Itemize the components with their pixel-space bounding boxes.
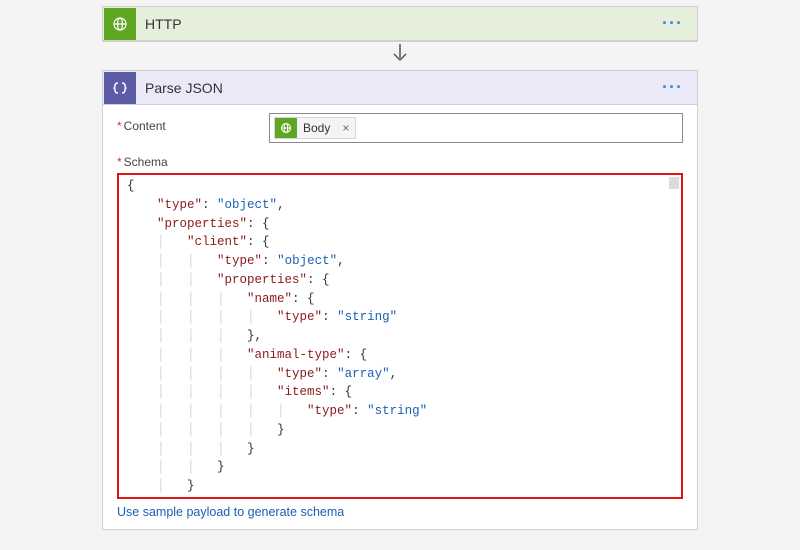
- schema-editor[interactable]: { "type": "object", "properties": { │ "c…: [117, 173, 683, 499]
- token-label: Body: [297, 121, 336, 135]
- parse-json-header[interactable]: Parse JSON ···: [103, 71, 697, 105]
- schema-content: { "type": "object", "properties": { │ "c…: [121, 177, 679, 499]
- body-token[interactable]: Body ×: [274, 117, 356, 139]
- schema-label: Schema: [117, 149, 269, 169]
- scrollbar-thumb[interactable]: [669, 177, 679, 189]
- action-parse-json: Parse JSON ··· Content Body × Schema: [102, 70, 698, 530]
- http-header[interactable]: HTTP ···: [103, 7, 697, 41]
- http-menu-button[interactable]: ···: [654, 13, 691, 34]
- generate-schema-link[interactable]: Use sample payload to generate schema: [117, 505, 344, 519]
- content-label: Content: [117, 113, 269, 133]
- globe-icon: [275, 118, 297, 138]
- http-title: HTTP: [137, 16, 654, 32]
- remove-token-button[interactable]: ×: [336, 121, 355, 135]
- content-input[interactable]: Body ×: [269, 113, 683, 143]
- parse-json-menu-button[interactable]: ···: [654, 77, 691, 98]
- json-icon: [104, 72, 136, 104]
- content-row: Content Body ×: [117, 113, 683, 143]
- globe-icon: [104, 8, 136, 40]
- connector-arrow: [0, 42, 800, 70]
- action-http[interactable]: HTTP ···: [102, 6, 698, 42]
- parse-json-title: Parse JSON: [137, 80, 654, 96]
